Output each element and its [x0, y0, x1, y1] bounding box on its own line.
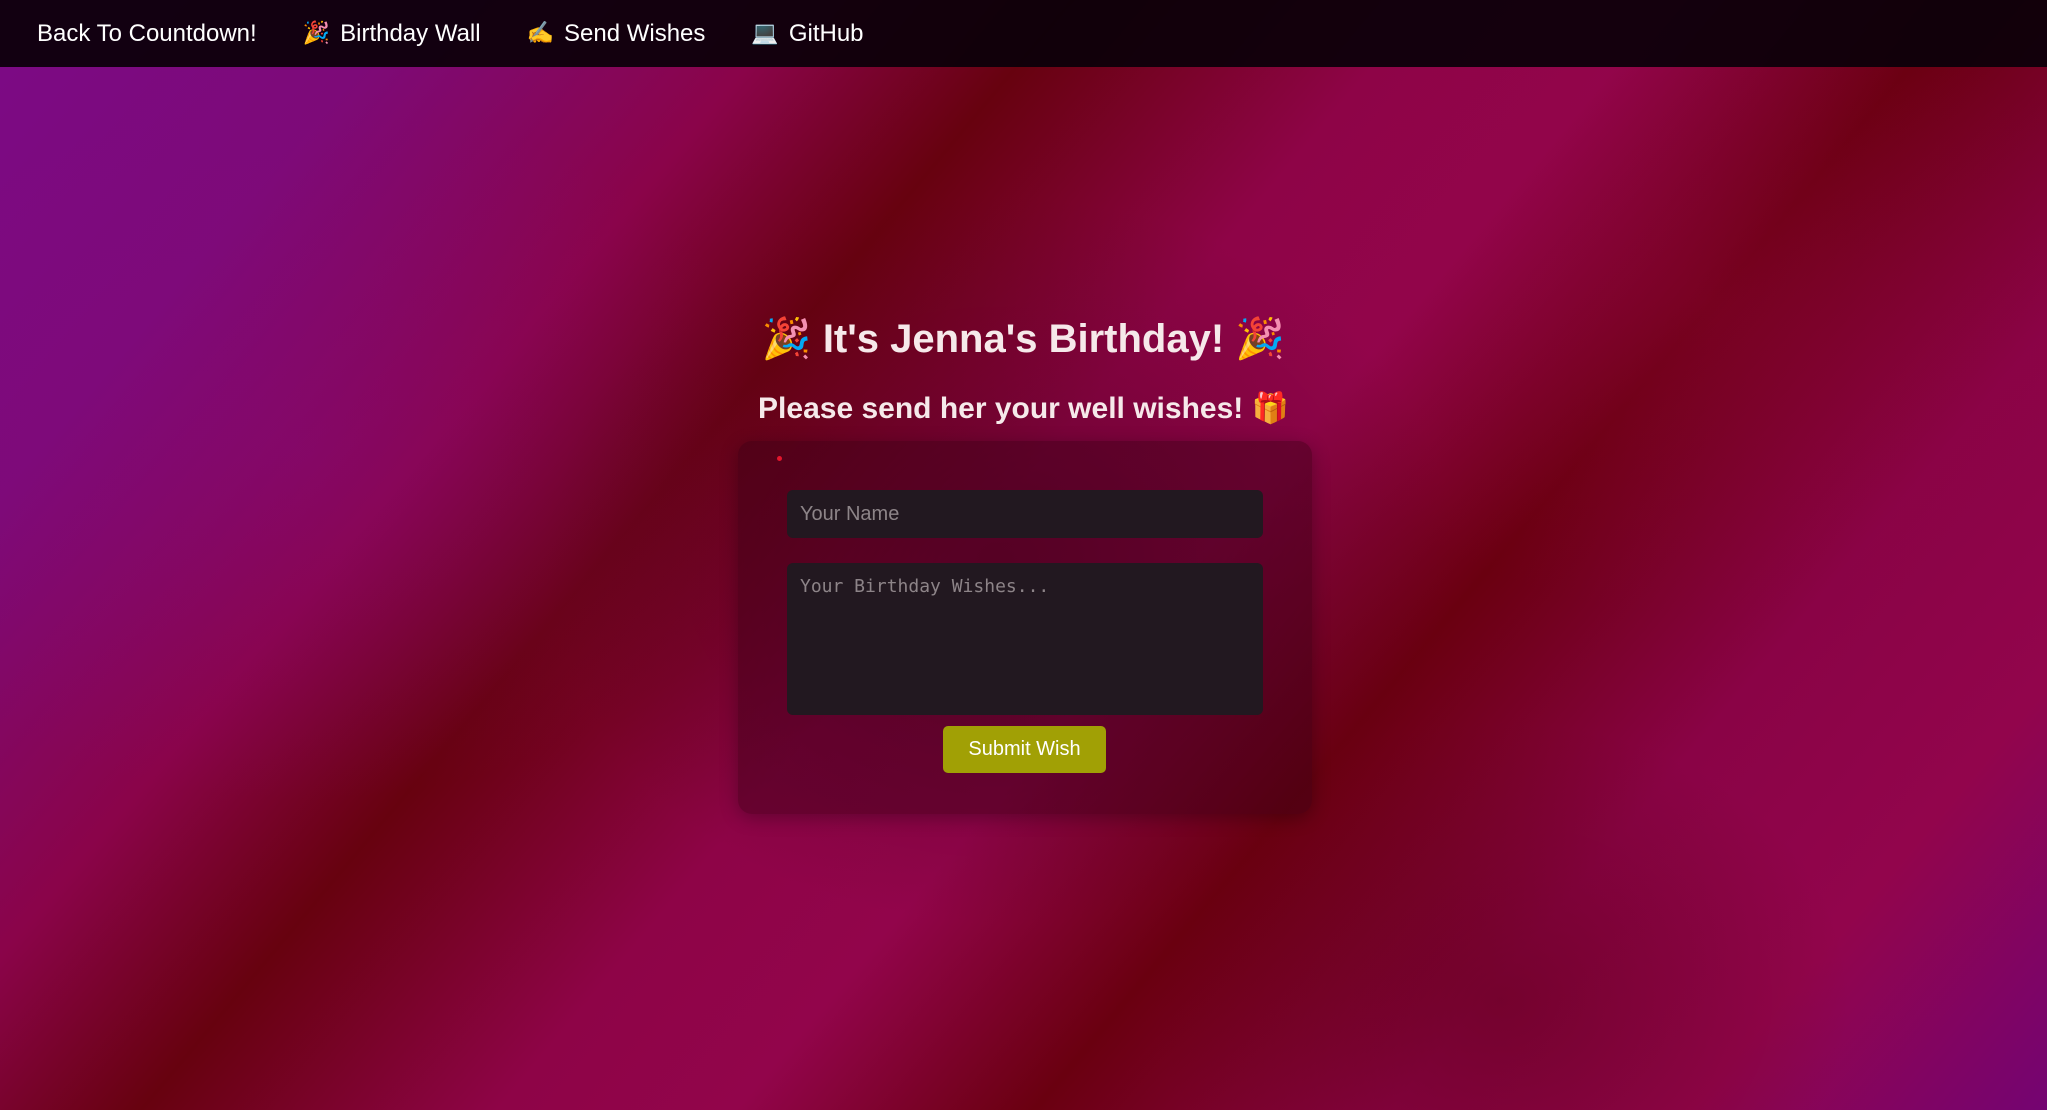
nav-birthday-wall[interactable]: 🎉 Birthday Wall [303, 20, 481, 48]
party-popper-icon: 🎉 [761, 316, 812, 362]
nav-github-label: GitHub [788, 19, 864, 47]
gift-icon: 🎁 [1251, 391, 1289, 426]
page-subtitle: Please send her your well wishes! 🎁 [0, 389, 2047, 429]
writing-hand-icon: ✍️ [526, 21, 554, 46]
page-title-text: It's Jenna's Birthday! [822, 317, 1225, 361]
nav-github[interactable]: 💻 GitHub [751, 20, 863, 48]
page-subtitle-text: Please send her your well wishes! [758, 392, 1244, 425]
nav-back-to-countdown[interactable]: Back To Countdown! [37, 20, 257, 48]
nav-birthday-wall-label: Birthday Wall [340, 19, 481, 47]
page-title: 🎉 It's Jenna's Birthday! 🎉 [0, 314, 2047, 364]
submit-wish-button[interactable]: Submit Wish [943, 726, 1106, 773]
wish-form-card: Submit Wish [738, 441, 1312, 814]
nav-send-wishes-label: Send Wishes [564, 19, 706, 47]
wishes-textarea[interactable] [787, 563, 1263, 715]
nav-back-to-countdown-label: Back To Countdown! [37, 19, 257, 47]
laptop-icon: 💻 [751, 21, 779, 46]
top-navbar: Back To Countdown! 🎉 Birthday Wall ✍️ Se… [0, 0, 2047, 67]
name-input[interactable] [787, 490, 1263, 538]
party-popper-icon: 🎉 [302, 21, 331, 46]
nav-send-wishes[interactable]: ✍️ Send Wishes [527, 20, 706, 48]
status-dot [777, 456, 782, 461]
party-popper-icon: 🎉 [1235, 316, 1286, 362]
